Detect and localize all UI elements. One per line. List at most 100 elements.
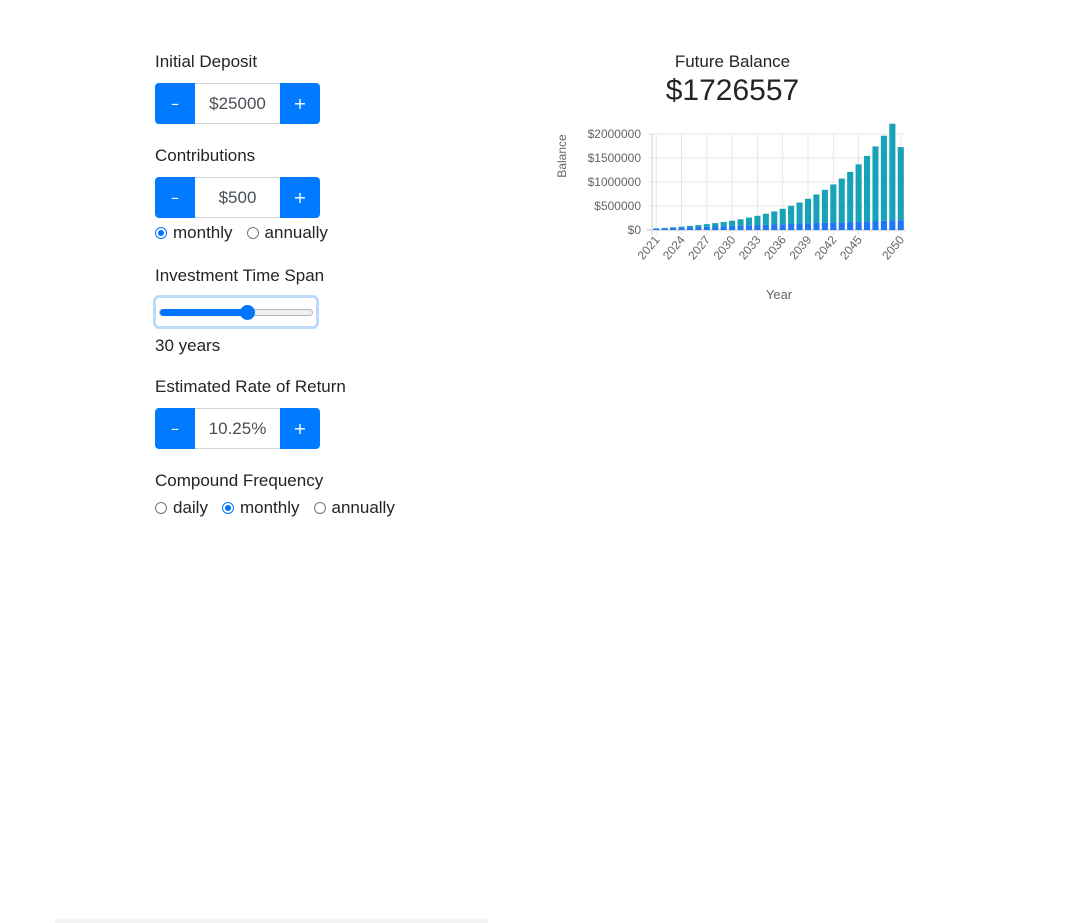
chart-bar-interest [821,189,828,223]
rate-decrement-button[interactable]: – [155,408,195,449]
chart-bar-interest [788,205,795,224]
contributions-decrement-button[interactable]: – [155,177,195,218]
chart-bar-principal [695,227,702,230]
chart-bar-interest [720,221,727,227]
contribution-frequency-annually[interactable]: annually [246,221,328,245]
rate-of-return-input[interactable] [195,408,280,449]
initial-deposit-increment-button[interactable]: + [280,83,320,124]
chart-bar-principal [813,223,820,230]
contributions-group: Contributions – + monthly annually [155,144,342,245]
time-span-slider-track[interactable] [159,309,313,316]
compound-daily-label: daily [173,498,208,517]
future-balance-title: Future Balance [674,52,791,71]
chart-bar-principal [779,224,786,230]
chart-bar-interest [889,123,896,221]
chart-bar-interest [695,225,702,228]
chart-bar-principal [653,228,660,230]
chart-y-axis-label: Balance [555,134,569,178]
time-span-slider-fill [160,309,248,316]
chart-bar-principal [796,223,803,230]
time-span-label: Investment Time Span [155,266,325,285]
rate-of-return-group: Estimated Rate of Return – + [155,375,346,449]
chart-bar-interest [838,178,845,223]
chart-x-tick-label: 2042 [812,233,840,263]
chart-bar-interest [745,217,753,226]
compound-frequency-label: Compound Frequency [155,471,324,490]
chart-bar-principal [830,222,837,230]
contribution-monthly-radio[interactable] [155,227,167,239]
initial-deposit-input[interactable] [195,83,280,124]
chart-x-tick-label: 2024 [660,233,688,263]
chart-bar-interest [847,171,854,222]
initial-deposit-stepper: – + [155,83,320,124]
contribution-frequency-monthly[interactable]: monthly [155,221,233,245]
chart-bar-interest [771,211,778,225]
contributions-label: Contributions [155,146,256,165]
chart-y-tick-label: $1000000 [588,175,642,189]
compound-interest-calculator: Initial Deposit – + Contributions – + mo… [0,0,1070,923]
compound-annually-radio[interactable] [313,502,326,514]
contribution-frequency-radios: monthly annually [155,221,342,245]
chart-x-tick-label: 2033 [736,233,764,263]
chart-y-ticks: $0 $500000 $1000000 $1500000 $2000000 [588,127,642,237]
compound-monthly-label: monthly [239,498,300,517]
chart-bar-interest [830,184,837,223]
compound-frequency-daily[interactable]: daily [155,496,208,520]
chart-bar-principal [703,226,710,230]
contributions-input[interactable] [195,177,280,218]
chart-bar-interest [872,146,879,222]
chart-y-tick-label: $1500000 [588,151,642,165]
contribution-monthly-label: monthly [173,223,233,242]
chart-x-axis-label: Year [766,287,793,302]
chart-bar-principal [720,226,727,230]
compound-frequency-monthly[interactable]: monthly [221,496,300,520]
chart-y-tick-label: $2000000 [588,127,642,141]
chart-bar-principal [745,225,753,230]
chart-bar-interest [729,220,736,226]
chart-bar-principal [762,224,769,230]
chart-bar-principal [737,225,744,230]
chart-bar-interest [686,225,693,228]
chart-bar-interest [813,194,820,224]
chart-bar-principal [889,220,896,230]
chart-bar-principal [821,222,828,230]
rate-of-return-label: Estimated Rate of Return [155,377,346,396]
chart-bar-principal [712,226,719,230]
chart-bar-interest [779,208,786,225]
chart-bar-principal [847,221,854,230]
chart-y-tick-label: $0 [628,223,642,237]
compound-daily-radio[interactable] [155,502,167,514]
rate-increment-button[interactable]: + [280,408,320,449]
time-span-slider[interactable] [153,295,319,329]
chart-bar-interest [737,219,744,226]
initial-deposit-decrement-button[interactable]: – [155,83,195,124]
compound-frequency-radios: daily monthly annually [155,496,409,520]
time-span-value: 30 years [155,336,221,355]
compound-frequency-annually[interactable]: annually [313,496,395,520]
chart-bar-principal [838,222,845,230]
chart-x-tick-label: 2027 [685,233,713,263]
chart-bar-principal [729,225,736,230]
compound-monthly-radio[interactable] [221,502,234,514]
contribution-annually-radio[interactable] [246,227,259,239]
chart-bar-principal [661,228,668,230]
chart-bar-principal [897,220,904,230]
footer-strip [55,919,488,923]
chart-x-tick-label: 2045 [837,233,865,263]
time-span-slider-thumb[interactable] [239,305,255,320]
chart-bar-principal [670,227,677,230]
chart-bar-principal [872,221,879,230]
contributions-increment-button[interactable]: + [280,177,320,218]
chart-bar-interest [864,155,871,222]
initial-deposit-group: Initial Deposit – + [155,50,320,124]
chart-x-tick-label: 2030 [711,233,739,263]
chart-bar-interest [796,202,803,224]
chart-bar-principal [678,227,685,230]
contributions-stepper: – + [155,177,320,218]
chart-bar-principal [855,221,862,230]
chart-bar-interest [804,198,812,224]
chart-bar-principal [880,220,887,230]
chart-x-tick-label: 2039 [786,233,814,263]
chart-bars [653,123,904,230]
chart-bar-interest [880,135,887,221]
